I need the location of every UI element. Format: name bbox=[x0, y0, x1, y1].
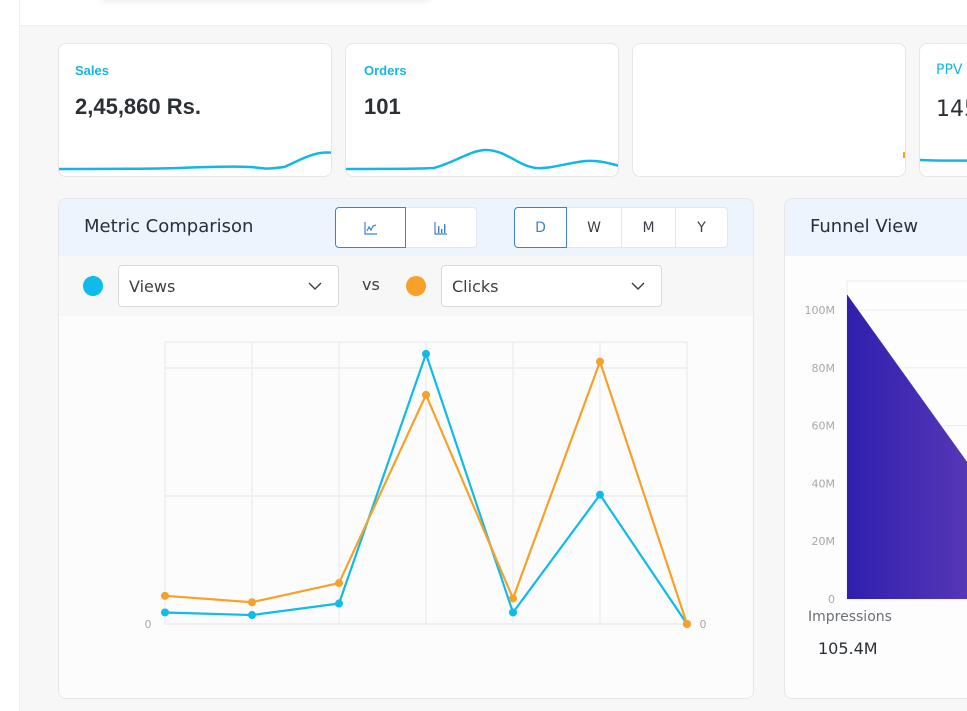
period-day-button[interactable]: D bbox=[514, 207, 567, 248]
data-point-clicks bbox=[161, 591, 169, 600]
line-chart: 00 bbox=[59, 316, 753, 698]
data-point-clicks bbox=[683, 620, 691, 628]
y-tick-label-right: 0 bbox=[700, 618, 707, 631]
kpi-label: Sales bbox=[75, 63, 109, 78]
data-point-views bbox=[596, 490, 604, 499]
y-tick-label: 60M bbox=[812, 420, 836, 433]
dashboard-main: Sales 2,45,860 Rs. Orders 101 PPV 145 Me… bbox=[19, 0, 967, 711]
metric-comparison-panel: Metric Comparison D W M Y Views vs Click… bbox=[58, 198, 754, 699]
data-point-views bbox=[509, 608, 517, 617]
kpi-card-sales[interactable]: Sales 2,45,860 Rs. bbox=[58, 43, 332, 177]
line-chart-icon bbox=[363, 221, 377, 235]
data-point-clicks bbox=[422, 390, 430, 399]
sparkline-path bbox=[920, 158, 967, 162]
funnel-stage-value: 105.4M bbox=[818, 639, 878, 658]
kpi-label: Orders bbox=[364, 63, 407, 78]
sparkline bbox=[920, 158, 967, 162]
y-tick-label: 80M bbox=[812, 362, 836, 375]
sparkline-path bbox=[346, 148, 618, 171]
top-bar bbox=[20, 0, 967, 26]
kpi-card-empty[interactable] bbox=[632, 43, 906, 177]
y-tick-label: 0 bbox=[828, 593, 835, 606]
left-strip bbox=[0, 0, 19, 711]
sparkline bbox=[59, 151, 331, 171]
data-point-views bbox=[161, 608, 169, 617]
funnel-stage-label: Impressions bbox=[808, 609, 892, 625]
y-tick-label: 40M bbox=[812, 477, 836, 490]
data-point-views bbox=[422, 349, 430, 358]
sparkline-fragment bbox=[903, 152, 905, 158]
kpi-label: PPV bbox=[936, 62, 963, 78]
data-point-clicks bbox=[248, 598, 256, 607]
kpi-card-orders[interactable]: Orders 101 bbox=[345, 43, 619, 177]
data-point-clicks bbox=[509, 594, 517, 603]
y-tick-label: 100M bbox=[805, 304, 836, 317]
data-point-views bbox=[335, 599, 343, 608]
funnel-view-panel: Funnel View 0 20M 40M 60M 80M 100M Impression… bbox=[784, 198, 967, 699]
plot-background bbox=[59, 316, 753, 698]
y-tick-label-left: 0 bbox=[145, 618, 152, 631]
sparkline-path bbox=[59, 151, 331, 171]
line-chart-toggle[interactable] bbox=[335, 207, 406, 248]
data-point-clicks bbox=[596, 357, 604, 366]
kpi-card-ppv[interactable]: PPV 145 bbox=[919, 43, 967, 177]
data-point-views bbox=[248, 611, 256, 620]
top-bar-content bbox=[100, 0, 430, 2]
y-tick-label: 20M bbox=[812, 535, 836, 548]
data-point-clicks bbox=[335, 579, 343, 588]
kpi-value: 2,45,860 Rs. bbox=[75, 94, 201, 119]
sparkline bbox=[346, 148, 618, 171]
kpi-value: 101 bbox=[364, 94, 401, 119]
kpi-value: 145 bbox=[936, 97, 967, 122]
